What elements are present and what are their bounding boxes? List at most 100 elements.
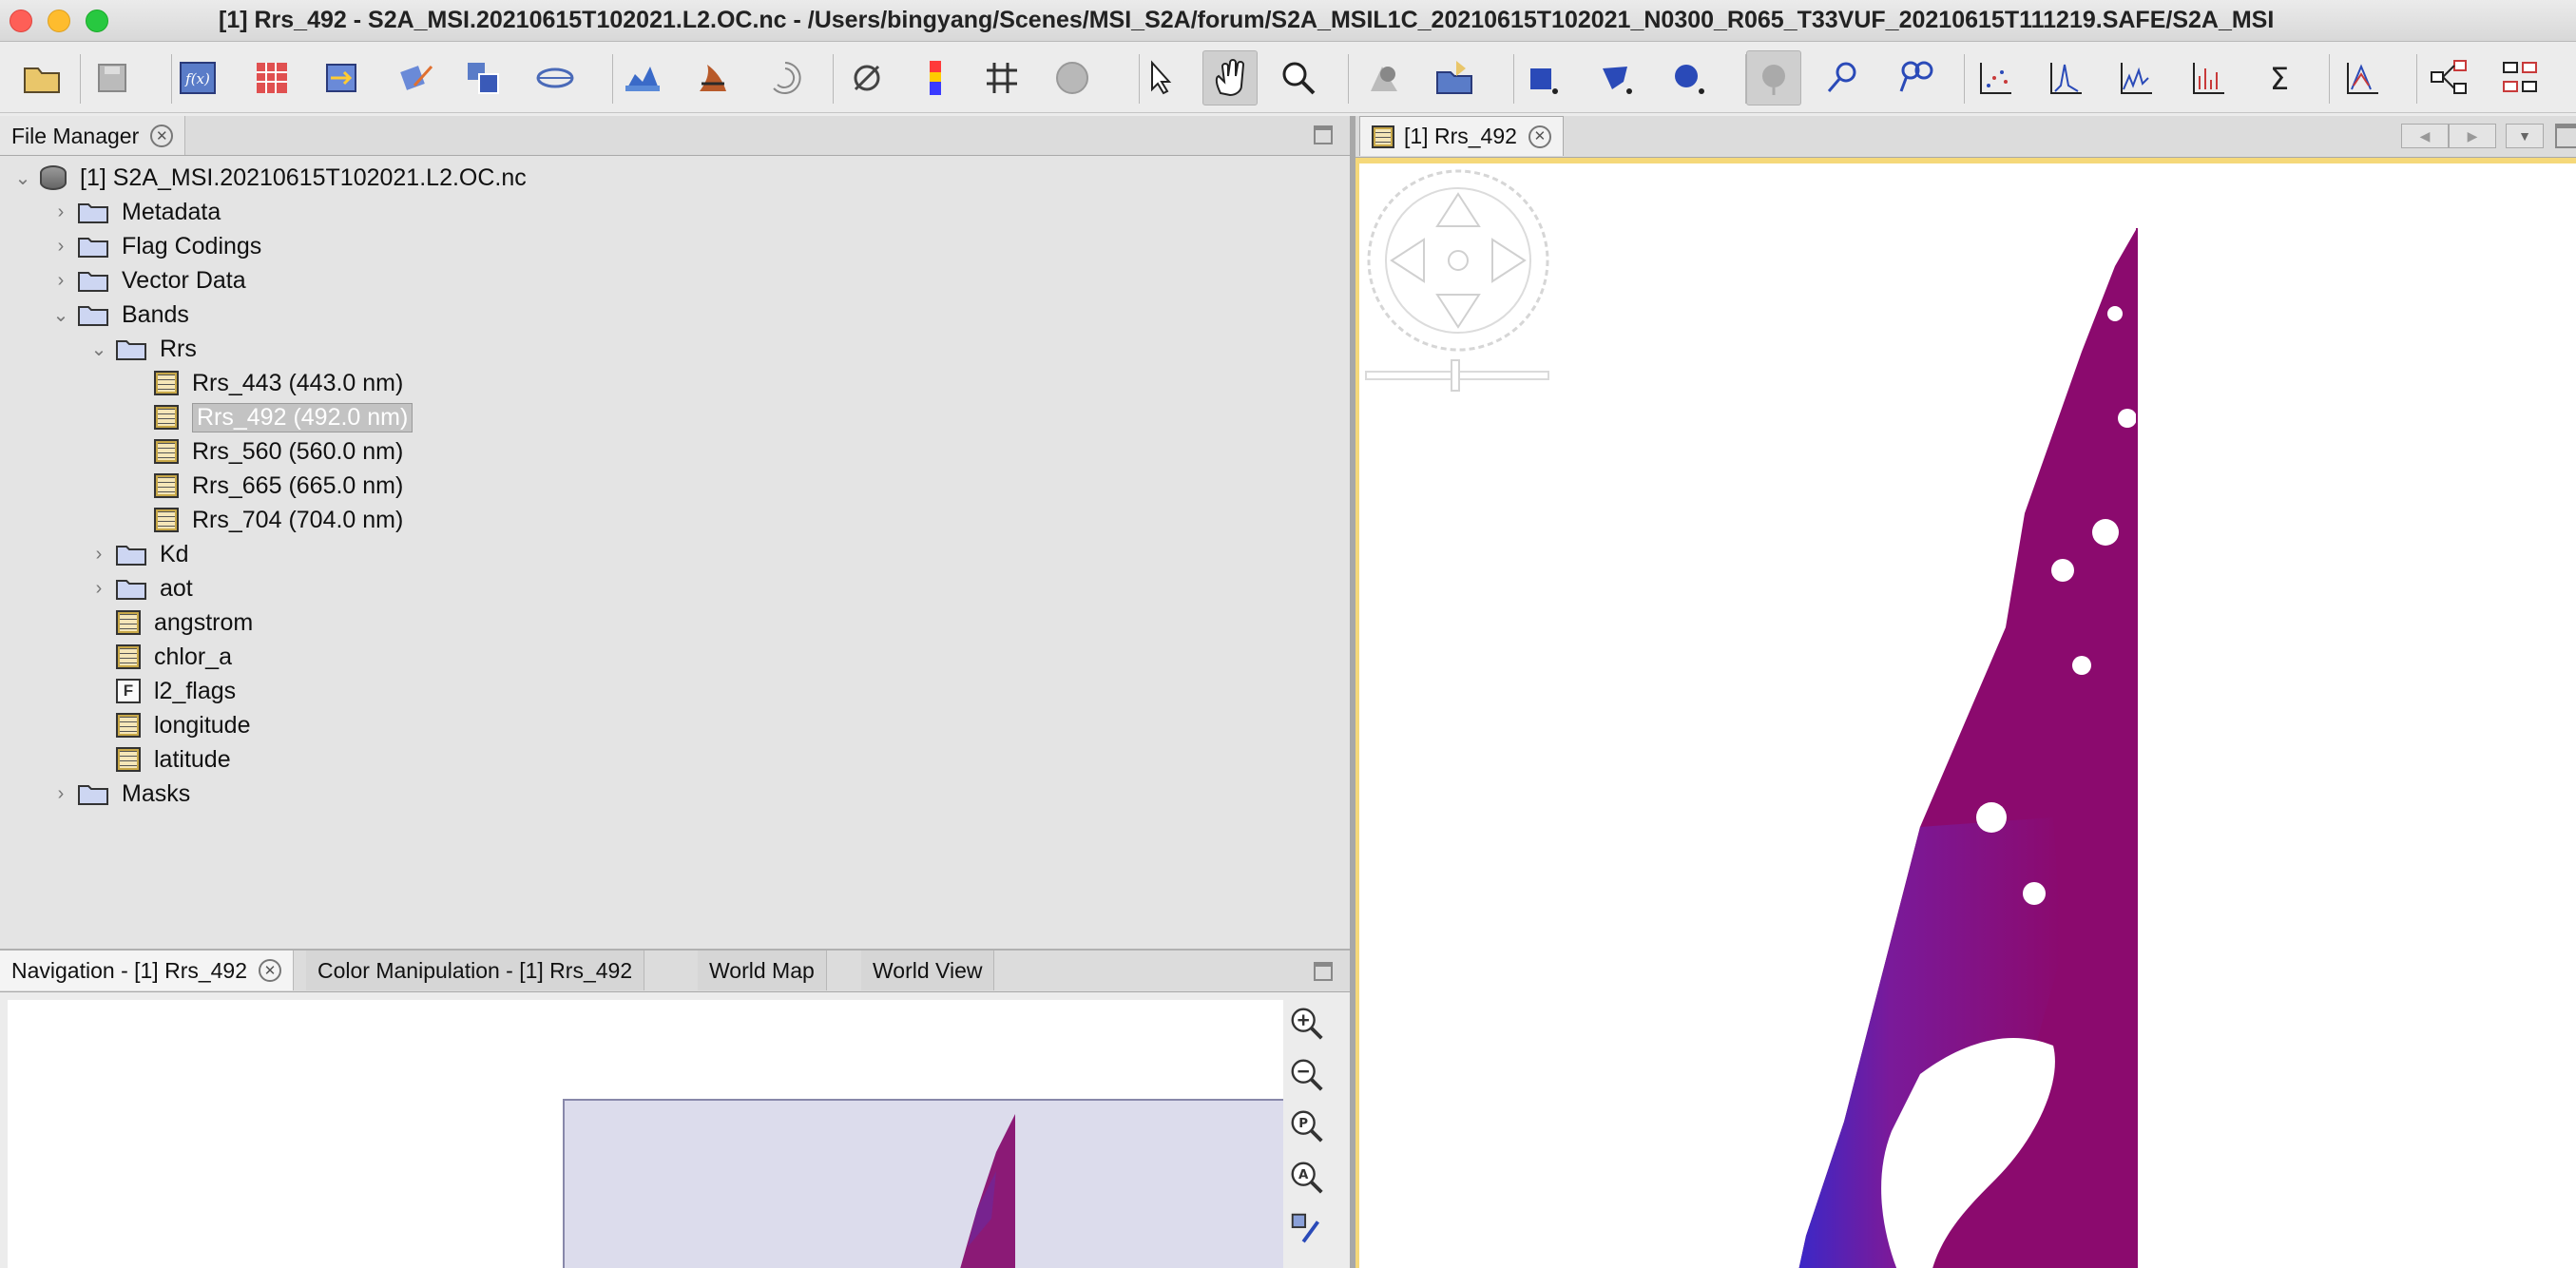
toolbar-separator [80, 54, 81, 104]
polygon-drawing-button[interactable] [1588, 50, 1644, 106]
pixel-info-button[interactable] [1356, 50, 1412, 106]
scroll-tabs-left-icon[interactable]: ◀ [2401, 124, 2449, 148]
tree-item-label: Bands [122, 300, 189, 328]
information-button[interactable] [2336, 50, 2391, 106]
spectrum-button[interactable] [758, 50, 813, 106]
expand-arrow-icon[interactable]: › [51, 778, 70, 810]
zoom-pixel-button[interactable]: P [1285, 1105, 1329, 1148]
tree-item-label: Masks [122, 779, 191, 807]
expand-arrow-icon[interactable]: › [51, 264, 70, 297]
ellipse-drawing-button[interactable] [1661, 50, 1716, 106]
tab-navigation[interactable]: Navigation - [1] Rrs_492 ✕ [0, 951, 295, 990]
pin-manager-button[interactable] [1746, 50, 1801, 106]
scatter-plot-button[interactable] [1969, 50, 2024, 106]
tree-item[interactable]: angstrom [116, 606, 253, 639]
band-maths-button[interactable]: f(x) [170, 50, 225, 106]
maximize-panel-icon[interactable] [1314, 125, 1333, 144]
folder-icon [116, 580, 146, 600]
tree-item[interactable]: Fl2_flags [116, 675, 236, 707]
image-canvas[interactable] [1355, 158, 2576, 1268]
select-tool-button[interactable] [1132, 50, 1187, 106]
tree-item[interactable]: Kd [116, 538, 189, 570]
information-icon [2347, 63, 2378, 94]
tab-image-view[interactable]: [1] Rrs_492 ✕ [1359, 116, 1564, 156]
flip-button[interactable] [685, 50, 740, 106]
world-globe-button[interactable] [1045, 50, 1100, 106]
tab-world-map[interactable]: World Map [698, 951, 827, 990]
pan-rotate-control[interactable] [1365, 167, 1551, 354]
expand-arrow-icon[interactable]: › [51, 230, 70, 262]
tab-list-icon[interactable]: ▼ [2506, 124, 2544, 148]
close-icon[interactable]: ✕ [259, 959, 282, 982]
tree-item[interactable]: Vector Data [78, 264, 246, 297]
tab-world-view[interactable]: World View [861, 951, 995, 990]
expand-arrow-icon[interactable]: › [89, 572, 108, 605]
profile-plot-button[interactable] [2109, 50, 2164, 106]
tree-item[interactable]: Rrs_560 (560.0 nm) [154, 435, 403, 468]
save-product-button[interactable] [85, 50, 140, 106]
statistics-button[interactable]: Σ [2252, 50, 2307, 106]
zoom-tool-button[interactable] [1271, 50, 1326, 106]
zoom-in-button[interactable] [1285, 1002, 1329, 1046]
tree-item[interactable]: Masks [78, 778, 190, 810]
export-button[interactable] [1427, 50, 1482, 106]
open-product-button[interactable] [14, 50, 69, 106]
color-palette-button[interactable] [908, 50, 963, 106]
no-data-button[interactable] [839, 50, 894, 106]
tree-item[interactable]: latitude [116, 743, 231, 776]
mosaic-button[interactable] [244, 50, 299, 106]
histogram-button[interactable] [2039, 50, 2094, 106]
pan-tool-button[interactable] [1202, 50, 1258, 106]
tree-item[interactable]: chlor_a [116, 641, 232, 673]
tree-item[interactable]: Flag Codings [78, 230, 261, 262]
gcp-placing-button[interactable] [1889, 50, 1944, 106]
tree-item[interactable]: [1] S2A_MSI.20210615T102021.L2.OC.nc [40, 162, 527, 194]
collapse-arrow-icon[interactable]: ⌄ [89, 333, 108, 365]
rectangle-drawing-button[interactable] [1514, 50, 1569, 106]
tree-item-selected[interactable]: Rrs_492 (492.0 nm) [154, 401, 413, 433]
tab-file-manager[interactable]: File Manager ✕ [0, 116, 186, 155]
pin-placing-button[interactable] [1817, 50, 1872, 106]
graticule-button[interactable] [974, 50, 1029, 106]
maximize-panel-icon[interactable] [1314, 962, 1333, 981]
zoom-window-button[interactable] [86, 10, 108, 32]
tree-item[interactable]: aot [116, 572, 193, 605]
zoom-all-button[interactable]: A [1285, 1156, 1329, 1200]
collapse-arrow-icon[interactable]: ⌄ [51, 298, 70, 331]
collocation-button[interactable] [391, 50, 446, 106]
navigation-overview[interactable] [8, 1000, 1283, 1268]
file-manager-panel: File Manager ✕ ⌄ [1] S2A_MSI.20210615T102… [0, 116, 1350, 949]
graph-processing-button[interactable] [2421, 50, 2476, 106]
tab-color-manipulation[interactable]: Color Manipulation - [1] Rrs_492 [306, 951, 645, 990]
expand-arrow-icon[interactable]: › [89, 538, 108, 570]
reprojection-button[interactable] [315, 50, 370, 106]
band-icon [154, 439, 179, 464]
zoom-slider-thumb[interactable] [1451, 359, 1460, 392]
tree-item[interactable]: Bands [78, 298, 189, 331]
batch-processing-button[interactable] [2493, 50, 2548, 106]
zoom-out-button[interactable] [1285, 1053, 1329, 1097]
expand-arrow-icon[interactable]: › [51, 196, 70, 228]
collapse-arrow-icon[interactable]: ⌄ [13, 162, 32, 194]
band-icon [116, 610, 141, 635]
tree-item[interactable]: Metadata [78, 196, 221, 228]
close-icon[interactable]: ✕ [1528, 125, 1551, 148]
correlative-plot-button[interactable] [2182, 50, 2237, 106]
graph-builder-button[interactable] [528, 50, 583, 106]
close-icon[interactable]: ✕ [150, 125, 174, 147]
sync-views-button[interactable] [1285, 1207, 1329, 1251]
tree-item[interactable]: longitude [116, 709, 250, 741]
minimize-window-button[interactable] [48, 10, 70, 32]
maximize-panel-icon[interactable] [2555, 124, 2576, 148]
zoom-out-icon [1291, 1059, 1323, 1091]
tree-item[interactable]: Rrs [116, 333, 197, 365]
scroll-tabs-right-icon[interactable]: ▶ [2449, 124, 2496, 148]
tree-item[interactable]: Rrs_443 (443.0 nm) [154, 367, 403, 399]
viewport-rectangle[interactable] [563, 1099, 1283, 1268]
close-window-button[interactable] [10, 10, 32, 32]
land-mask-button[interactable] [615, 50, 670, 106]
subset-button[interactable] [455, 50, 510, 106]
tree-item[interactable]: Rrs_665 (665.0 nm) [154, 470, 403, 502]
tree-item[interactable]: Rrs_704 (704.0 nm) [154, 504, 403, 536]
svg-text:f(x): f(x) [184, 70, 210, 87]
